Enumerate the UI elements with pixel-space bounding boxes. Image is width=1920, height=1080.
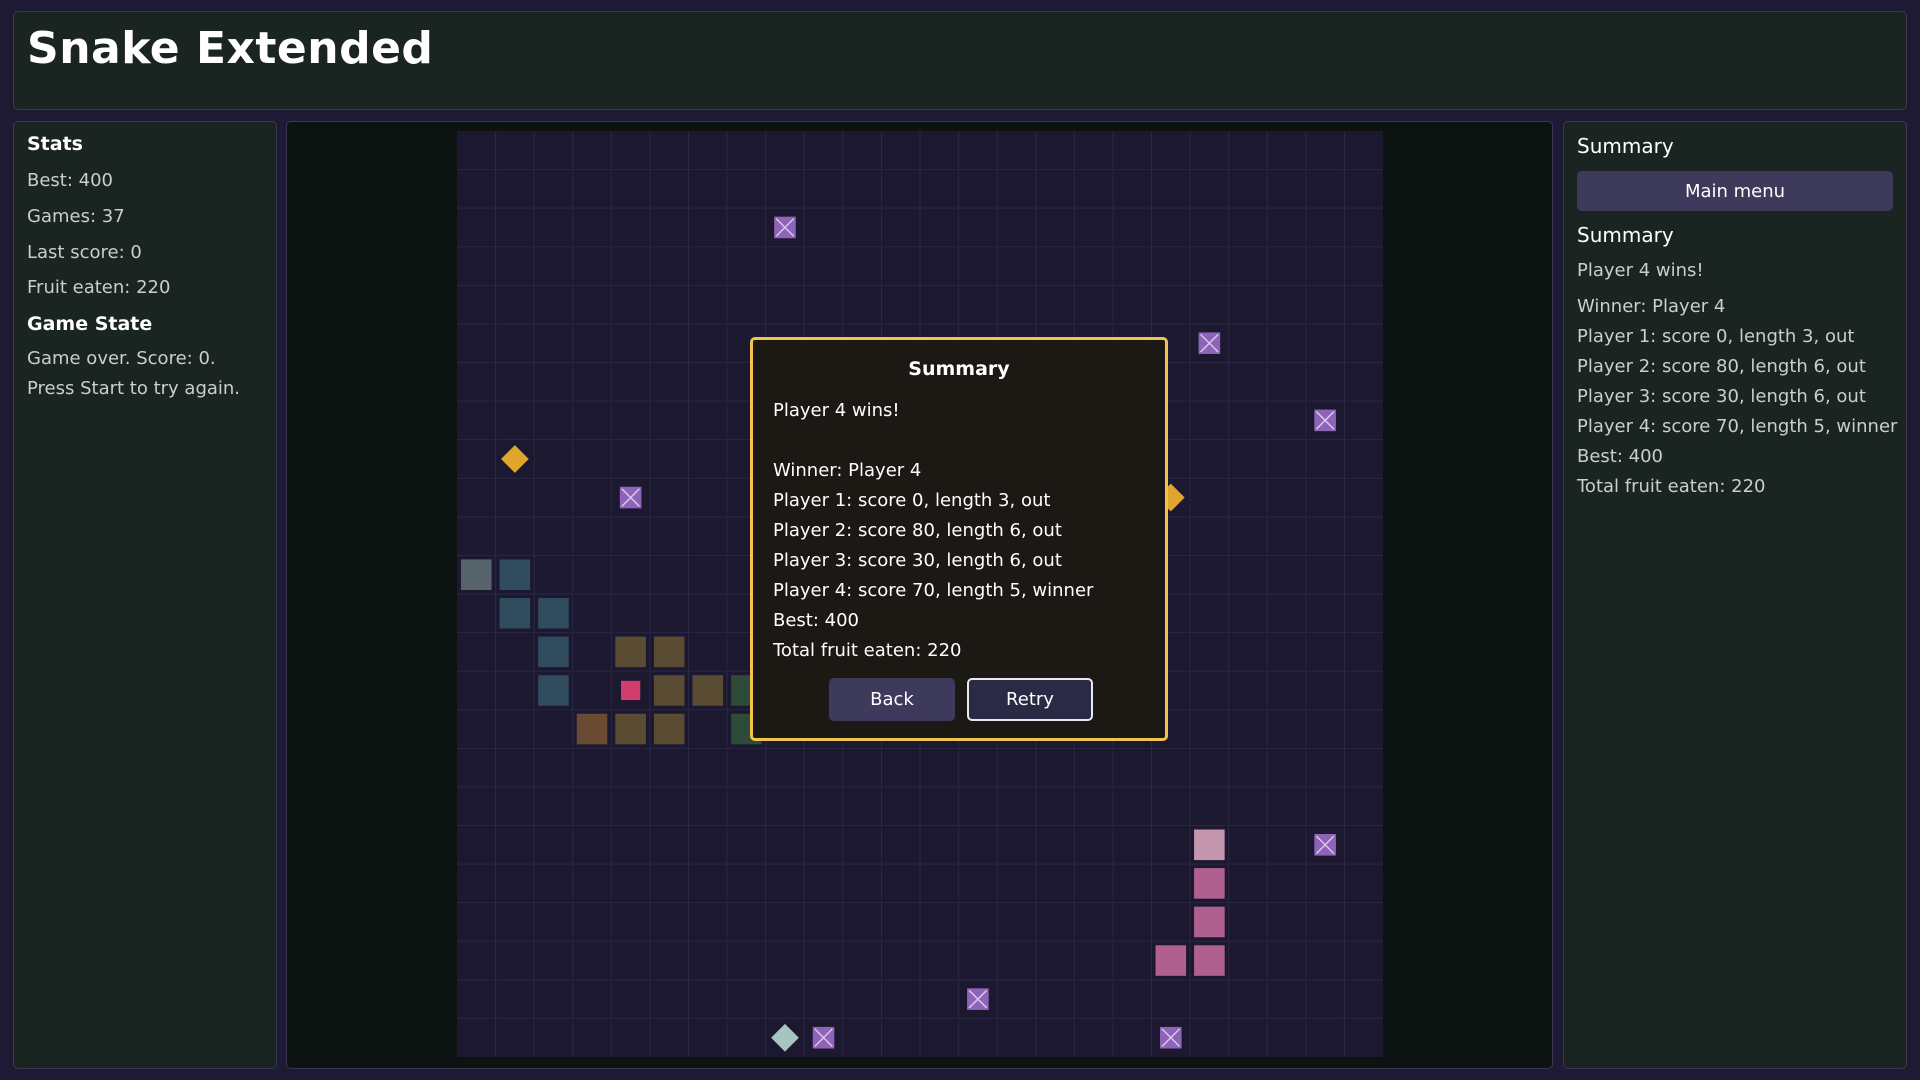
snake-2-head xyxy=(576,713,608,745)
dialog-line: Winner: Player 4 xyxy=(773,460,922,481)
dialog-line: Player 2: score 80, length 6, out xyxy=(773,520,1062,541)
summary-subheading: Summary xyxy=(1577,223,1674,247)
stats-panel: Stats Best: 400 Games: 37 Last score: 0 … xyxy=(13,121,277,1069)
snake-1-segment xyxy=(499,559,531,590)
snake-2-segment xyxy=(653,636,685,668)
snake-4-segment xyxy=(1194,945,1225,976)
snake-2-segment xyxy=(692,675,724,706)
snake-2-segment xyxy=(615,713,646,745)
snake-1-segment xyxy=(538,675,569,706)
dialog-headline: Player 4 wins! xyxy=(773,400,900,421)
summary-line: Player 2: score 80, length 6, out xyxy=(1577,356,1866,377)
dialog-line: Player 1: score 0, length 3, out xyxy=(773,490,1051,511)
snake-4-segment xyxy=(1194,906,1225,938)
stat-games: Games: 37 xyxy=(27,206,125,227)
game-state-line: Press Start to try again. xyxy=(27,378,241,399)
summary-line: Player 3: score 30, length 6, out xyxy=(1577,386,1866,407)
dialog-title: Summary xyxy=(908,358,1010,380)
stat-last-score: Last score: 0 xyxy=(27,242,142,263)
dialog-line: Best: 400 xyxy=(773,610,860,631)
snake-1-head xyxy=(461,559,492,590)
summary-dialog: Summary Player 4 wins! Winner: Player 4 … xyxy=(750,337,1168,741)
retry-button[interactable]: Retry xyxy=(967,678,1093,721)
snake-1-segment xyxy=(538,598,569,629)
summary-line: Total fruit eaten: 220 xyxy=(1577,476,1766,497)
snake-2-segment xyxy=(615,636,646,668)
pink-square-fruit xyxy=(620,680,641,701)
snake-1-segment xyxy=(499,598,531,629)
game-state-heading: Game State xyxy=(27,313,153,335)
stat-fruit-eaten: Fruit eaten: 220 xyxy=(27,277,171,298)
title-bar: Snake Extended xyxy=(13,11,1907,110)
dialog-line: Total fruit eaten: 220 xyxy=(773,640,962,661)
snake-4-head xyxy=(1194,829,1225,861)
stats-heading: Stats xyxy=(27,133,83,155)
summary-line: Player 4: score 70, length 5, winner xyxy=(1577,416,1898,437)
main-menu-button[interactable]: Main menu xyxy=(1577,171,1893,211)
summary-panel: Summary Main menu Summary Player 4 wins!… xyxy=(1563,121,1907,1069)
game-state-line: Game over. Score: 0. xyxy=(27,348,216,369)
summary-line: Best: 400 xyxy=(1577,446,1664,467)
snake-1-segment xyxy=(538,636,569,668)
snake-4-segment xyxy=(1194,868,1225,899)
dialog-line: Player 3: score 30, length 6, out xyxy=(773,550,1062,571)
back-button[interactable]: Back xyxy=(829,678,955,721)
summary-line: Player 4 wins! xyxy=(1577,260,1704,281)
summary-heading: Summary xyxy=(1577,134,1674,158)
snake-4-segment xyxy=(1155,945,1187,976)
summary-line: Winner: Player 4 xyxy=(1577,296,1726,317)
dialog-line: Player 4: score 70, length 5, winner xyxy=(773,580,1094,601)
snake-2-segment xyxy=(653,675,685,706)
page-title: Snake Extended xyxy=(27,23,434,74)
stat-best: Best: 400 xyxy=(27,170,114,191)
summary-line: Player 1: score 0, length 3, out xyxy=(1577,326,1855,347)
snake-2-segment xyxy=(653,713,685,745)
